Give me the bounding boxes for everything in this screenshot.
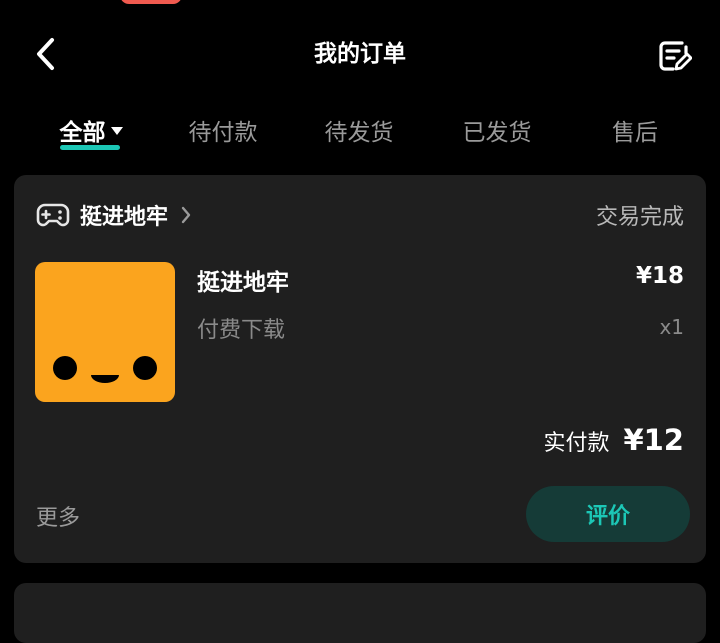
tab-shipped[interactable]: 已发货 (442, 106, 552, 158)
game-face-icon (53, 356, 157, 383)
order-card[interactable]: 挺进地牢 交易完成 挺进地牢 付费下载 ¥18 x1 实付款 ¥12 更多 评价 (14, 175, 706, 563)
caret-down-icon (110, 127, 123, 135)
order-tabs: 全部 待付款 待发货 已发货 售后 (0, 106, 720, 158)
product-name[interactable]: 挺进地牢 (197, 263, 289, 297)
status-indicator (120, 0, 182, 4)
tab-label: 全部 (59, 120, 106, 146)
product-price: ¥18 (635, 263, 684, 289)
edit-orders-button[interactable] (654, 36, 694, 76)
more-button[interactable]: 更多 (36, 500, 80, 532)
product-quantity: x1 (659, 315, 684, 339)
order-status: 交易完成 (595, 205, 684, 230)
paid-amount: ¥12 (623, 423, 684, 457)
shop-link[interactable]: 挺进地牢 (36, 197, 192, 233)
tab-all[interactable]: 全部 (36, 106, 146, 158)
gamepad-icon (36, 203, 70, 227)
tab-label: 待发货 (324, 120, 394, 146)
top-nav-bar: 我的订单 (0, 22, 720, 86)
tab-label: 售后 (612, 120, 658, 146)
chevron-right-icon (180, 205, 192, 225)
back-button[interactable] (28, 36, 64, 72)
paid-summary: 实付款 ¥12 (543, 423, 684, 457)
tab-pending-shipment[interactable]: 待发货 (304, 106, 414, 158)
product-type: 付费下载 (197, 318, 286, 343)
edit-list-icon (659, 41, 692, 71)
active-tab-indicator (59, 145, 120, 150)
paid-label: 实付款 (543, 431, 610, 456)
next-order-card[interactable] (14, 583, 706, 643)
chevron-left-icon (37, 38, 54, 70)
tab-pending-payment[interactable]: 待付款 (168, 106, 278, 158)
product-thumbnail[interactable] (35, 262, 175, 402)
tab-label: 已发货 (462, 120, 532, 146)
review-button[interactable]: 评价 (526, 486, 690, 542)
tab-label: 待付款 (188, 120, 258, 146)
tab-after-sales[interactable]: 售后 (580, 106, 690, 158)
shop-name: 挺进地牢 (80, 205, 169, 230)
page-title: 我的订单 (314, 41, 406, 67)
